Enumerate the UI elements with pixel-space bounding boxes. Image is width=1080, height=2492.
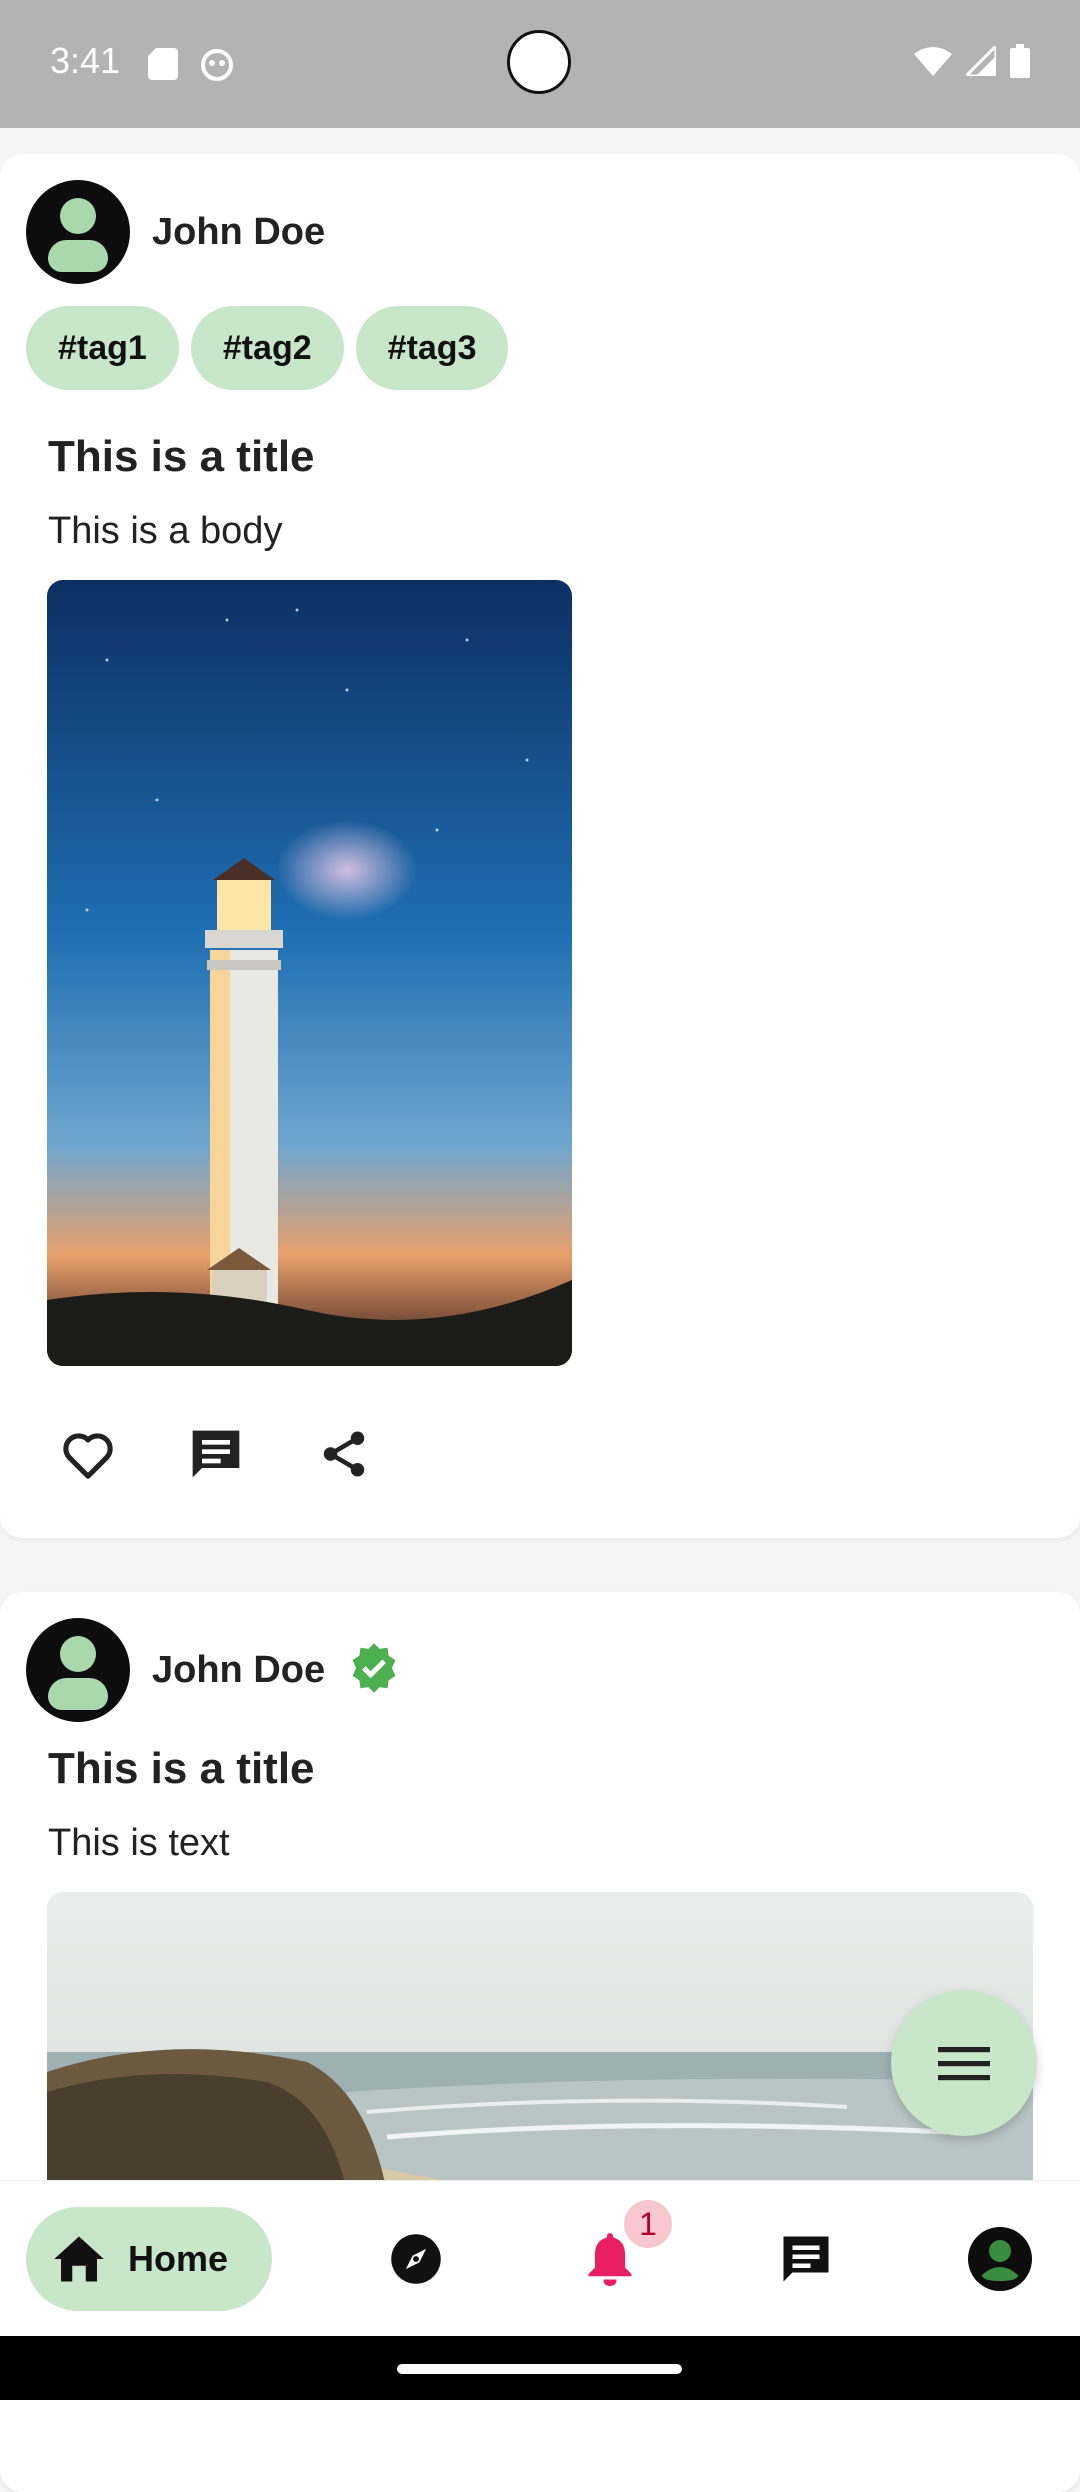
- chat-icon: [783, 2236, 829, 2282]
- nav-home-label: Home: [128, 2238, 229, 2279]
- menu-fab-button[interactable]: [891, 1990, 1037, 2136]
- nav-item-messages[interactable]: [774, 2227, 838, 2291]
- signal-icon: [962, 42, 998, 81]
- sd-card-icon: [148, 48, 178, 87]
- nav-item-profile[interactable]: [968, 2227, 1032, 2291]
- tag-chip[interactable]: #tag3: [355, 306, 509, 390]
- post-body: This is a body: [48, 510, 283, 552]
- share-icon: [323, 1431, 365, 1477]
- post-actions: [58, 1424, 374, 1484]
- verified-badge-icon: [347, 1641, 401, 1700]
- profile-icon: [968, 2227, 1032, 2291]
- home-icon: [52, 2234, 106, 2284]
- notification-count-badge: 1: [624, 2200, 672, 2248]
- author-name[interactable]: John Doe: [152, 1649, 325, 1692]
- gesture-handle[interactable]: [397, 2364, 682, 2374]
- like-button[interactable]: [58, 1424, 118, 1484]
- battery-icon: [1010, 44, 1030, 83]
- front-camera: [507, 30, 571, 94]
- status-time: 3:41: [50, 40, 121, 81]
- compass-icon: [391, 2234, 441, 2284]
- avatar[interactable]: [26, 1618, 130, 1722]
- author-name[interactable]: John Doe: [152, 211, 325, 254]
- system-gesture-bar: [0, 2336, 1080, 2400]
- post-title: This is a title: [48, 1744, 315, 1793]
- tag-chip[interactable]: #tag2: [190, 306, 344, 390]
- post-image[interactable]: [47, 1892, 1033, 2192]
- menu-icon: [938, 2047, 990, 2081]
- post-body: This is text: [48, 1822, 230, 1864]
- post-title: This is a title: [48, 432, 315, 481]
- nav-item-home[interactable]: Home: [26, 2207, 272, 2311]
- post-author-row[interactable]: John Doe: [26, 1618, 401, 1722]
- status-bar: 3:41: [0, 0, 1080, 128]
- comment-icon: [192, 1430, 240, 1478]
- tag-list: #tag1 #tag2 #tag3: [26, 306, 509, 390]
- post-image[interactable]: [47, 580, 572, 1366]
- android-debug-icon: [200, 48, 234, 87]
- heart-outline-icon: [63, 1433, 113, 1479]
- wifi-icon: [914, 46, 952, 81]
- avatar[interactable]: [26, 180, 130, 284]
- share-button[interactable]: [314, 1424, 374, 1484]
- post-author-row[interactable]: John Doe: [26, 180, 325, 284]
- comment-button[interactable]: [186, 1424, 246, 1484]
- bell-icon: [588, 2233, 632, 2286]
- post-card: John Doe #tag1 #tag2 #tag3 This is a tit…: [0, 154, 1080, 1538]
- tag-chip[interactable]: #tag1: [26, 306, 179, 390]
- bottom-navigation: Home: [0, 2180, 1080, 2337]
- nav-item-explore[interactable]: [384, 2227, 448, 2291]
